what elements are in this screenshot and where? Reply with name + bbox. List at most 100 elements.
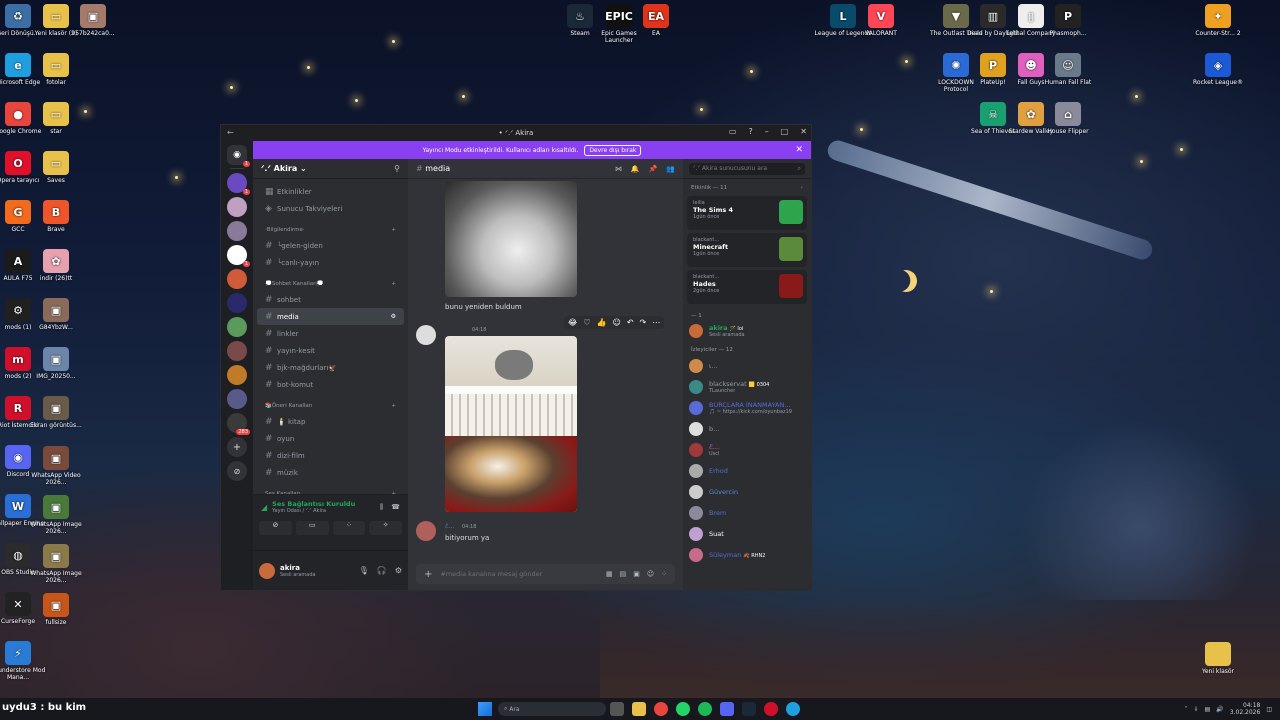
cat-photo-1[interactable] xyxy=(445,181,577,297)
member-list-icon[interactable]: 👥 xyxy=(666,165,675,173)
more-icon[interactable]: ⋯ xyxy=(652,318,660,327)
add-reaction-icon[interactable]: ☺ xyxy=(613,318,621,327)
edge-icon[interactable] xyxy=(786,702,800,716)
message-composer[interactable]: + #media kanalına mesaj gönder ▦ ▤ ▣ ☺ ⁘ xyxy=(416,564,675,584)
riot-icon[interactable] xyxy=(764,702,778,716)
desktop-icon[interactable]: ✦ Counter-Str... 2 xyxy=(1188,4,1248,37)
avatar[interactable] xyxy=(416,325,436,345)
spotify-icon[interactable] xyxy=(698,702,712,716)
message-author[interactable]: ℰ... xyxy=(445,523,454,530)
forward-icon[interactable]: ↷ xyxy=(640,318,647,327)
activities-button[interactable]: ⁘ xyxy=(332,521,366,535)
add-channel-icon[interactable]: + xyxy=(391,281,396,287)
desktop-icon[interactable]: ▣ WhatsApp Image 2026... xyxy=(26,544,86,584)
channel-item[interactable]: # 🕯️ kitap xyxy=(257,413,404,430)
message-input[interactable]: #media kanalına mesaj gönder xyxy=(440,570,606,578)
search-input[interactable]: ᐟ.ᐟ Akira sunucusunu ara ⌕ xyxy=(689,162,805,175)
channel-item[interactable]: # oyun xyxy=(257,430,404,447)
server-icon[interactable] xyxy=(227,221,247,241)
avatar[interactable] xyxy=(259,562,275,579)
desktop-icon[interactable]: ⌂ House Flipper xyxy=(1038,102,1098,135)
category-header[interactable]: ⋅Bilgilendirme⋅ + xyxy=(253,223,408,237)
banner-close-icon[interactable]: ✕ xyxy=(795,145,803,155)
member-item[interactable]: b... xyxy=(683,418,811,439)
add-channel-icon[interactable]: + xyxy=(391,227,396,233)
volume-icon[interactable]: 🔊 xyxy=(1216,706,1223,713)
category-header[interactable]: 📚Öneri Kanalları + xyxy=(253,399,408,413)
reply-icon[interactable]: ↶ xyxy=(627,318,634,327)
desktop-icon[interactable]: ▣ WhatsApp Video 2026... xyxy=(26,446,86,486)
channel-item[interactable]: # bot-komut xyxy=(257,376,404,393)
chevron-up-icon[interactable]: ˄ xyxy=(1185,706,1188,713)
signal-icon[interactable]: ◢ xyxy=(261,503,267,512)
desktop-icon[interactable]: ▣ 957b242ca0... xyxy=(63,4,123,37)
desktop-icon[interactable]: ▣ fullsize xyxy=(26,593,86,626)
channel-item[interactable]: # müzik xyxy=(257,464,404,481)
desktop-icon[interactable]: ▣ G84YbzW... xyxy=(26,298,86,331)
server-icon[interactable]: 283 xyxy=(227,413,250,435)
desktop-icon[interactable]: EA EA xyxy=(626,4,686,37)
add-attachment-icon[interactable]: + xyxy=(424,569,432,580)
chevron-right-icon[interactable]: › xyxy=(801,185,803,191)
server-icon[interactable] xyxy=(227,389,247,409)
channel-item[interactable]: # linkler xyxy=(257,325,404,342)
discover-icon[interactable]: ⊘ xyxy=(227,461,247,481)
server-icon[interactable] xyxy=(227,269,247,289)
notification-icon[interactable]: ◫ xyxy=(1266,706,1272,713)
screen-share-button[interactable]: ▭ xyxy=(295,521,329,535)
member-item[interactable]: BURÇLARA İNANMAYAN... 🎵 ~ https://kick.co… xyxy=(683,397,811,418)
emoji-icon[interactable]: ☺ xyxy=(647,570,654,578)
server-icon[interactable] xyxy=(227,341,247,361)
avatar[interactable] xyxy=(416,521,436,541)
activity-card[interactable]: blackant... Hades 2gün önce xyxy=(687,270,807,304)
minimize-button[interactable]: – xyxy=(765,127,769,136)
member-item[interactable]: Suat xyxy=(683,523,811,544)
add-channel-icon[interactable]: + xyxy=(391,403,396,409)
gif-icon[interactable]: ▤ xyxy=(620,570,627,578)
member-item[interactable]: Güvercin xyxy=(683,481,811,502)
activity-card[interactable]: leilia The Sims 4 1gün önce xyxy=(687,196,807,230)
whatsapp-icon[interactable] xyxy=(676,702,690,716)
download-icon[interactable]: ⇩ xyxy=(1194,706,1199,713)
notification-bell-icon[interactable]: 🔔 xyxy=(631,165,640,173)
gift-icon[interactable]: ▦ xyxy=(606,570,613,578)
pin-icon[interactable]: 📌 xyxy=(649,165,658,173)
desktop-icon[interactable]: ▭ fotolar xyxy=(26,53,86,86)
server-icon[interactable] xyxy=(227,197,247,217)
camera-off-button[interactable]: ⊘ xyxy=(259,521,292,535)
desktop-icon[interactable]: V VALORANT xyxy=(851,4,911,37)
taskbar-search[interactable]: ⌕ Ara xyxy=(498,702,606,716)
desktop-icon[interactable]: ▭ Saves xyxy=(26,151,86,184)
thumbs-up-icon[interactable]: 👍 xyxy=(597,318,607,327)
server-header[interactable]: ᐟ.ᐟ Akira ⌄ ⚲ xyxy=(253,159,408,179)
channel-item[interactable]: # sohbet xyxy=(257,291,404,308)
channel-item[interactable]: # ╰canlı-yayın xyxy=(257,254,404,271)
maximize-button[interactable]: □ xyxy=(781,127,789,136)
desktop-icon[interactable]: ☺ Human Fall Flat xyxy=(1038,53,1098,86)
boosts-item[interactable]: ◈ Sunucu Takviyeleri xyxy=(257,200,404,217)
noise-icon[interactable]: ⫼ xyxy=(380,503,383,512)
cat-photo-2[interactable] xyxy=(445,336,577,512)
server-icon[interactable]: 1 xyxy=(227,245,250,267)
desktop-icon[interactable]: ▣ WhatsApp Image 2026... xyxy=(26,495,86,535)
channel-item[interactable]: # ╰gelen-giden xyxy=(257,237,404,254)
settings-icon[interactable]: ⚙ xyxy=(395,566,402,575)
desktop-icon[interactable]: ▣ Ekran görüntüs... xyxy=(26,396,86,429)
channel-item[interactable]: # media ⚙ xyxy=(257,308,404,325)
close-button[interactable]: ✕ xyxy=(800,127,807,136)
channel-settings-icon[interactable]: ⚙ xyxy=(391,313,396,320)
soundboard-button[interactable]: ✧ xyxy=(369,521,402,535)
desktop-icon[interactable]: ▭ star xyxy=(26,102,86,135)
member-item[interactable]: ℰ... Uscl xyxy=(683,439,811,460)
network-icon[interactable]: ▤ xyxy=(1205,706,1211,713)
heart-icon[interactable]: ♡ xyxy=(583,318,590,327)
inbox-icon[interactable]: ▭ xyxy=(729,127,737,136)
member-item[interactable]: ι... xyxy=(683,355,811,376)
category-header[interactable]: 💭Sohbet Kanalları💭 + xyxy=(253,277,408,291)
invite-icon[interactable]: ⚲ xyxy=(394,164,400,173)
member-item[interactable]: Süleyman 🍂 RHN2 xyxy=(683,544,811,565)
chrome-icon[interactable] xyxy=(654,702,668,716)
events-item[interactable]: ▦ Etkinlikler xyxy=(257,183,404,200)
desktop-icon[interactable]: P Phasmoph... xyxy=(1038,4,1098,37)
disconnect-icon[interactable]: ☎ xyxy=(391,503,400,512)
